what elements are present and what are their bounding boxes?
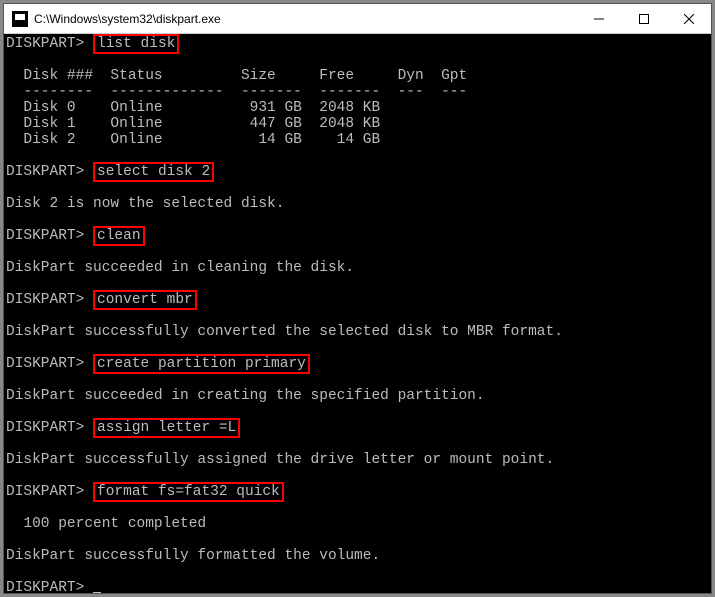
cmd-select-disk: select disk 2 bbox=[93, 162, 214, 182]
prompt: DISKPART> bbox=[6, 356, 84, 372]
cmd-icon bbox=[12, 11, 28, 27]
table-row: Disk 0 Online 931 GB 2048 KB bbox=[6, 100, 380, 116]
table-row: Disk 1 Online 447 GB 2048 KB bbox=[6, 116, 380, 132]
msg-convert: DiskPart successfully converted the sele… bbox=[6, 324, 563, 340]
prompt: DISKPART> bbox=[6, 164, 84, 180]
table-row: Disk 2 Online 14 GB 14 GB bbox=[6, 132, 380, 148]
close-button[interactable] bbox=[666, 4, 711, 33]
table-header: Disk ### Status Size Free Dyn Gpt bbox=[6, 68, 467, 84]
minimize-button[interactable] bbox=[576, 4, 621, 33]
diskpart-window: C:\Windows\system32\diskpart.exe DISKPAR… bbox=[3, 3, 712, 594]
table-divider: -------- ------------- ------- ------- -… bbox=[6, 84, 467, 100]
prompt: DISKPART> bbox=[6, 292, 84, 308]
terminal-output[interactable]: DISKPART> list disk Disk ### Status Size… bbox=[4, 34, 711, 593]
cmd-format: format fs=fat32 quick bbox=[93, 482, 284, 502]
cmd-create-partition: create partition primary bbox=[93, 354, 310, 374]
msg-create: DiskPart succeeded in creating the speci… bbox=[6, 388, 485, 404]
prompt: DISKPART> bbox=[6, 484, 84, 500]
prompt: DISKPART> bbox=[6, 228, 84, 244]
cursor bbox=[93, 592, 101, 593]
msg-assign: DiskPart successfully assigned the drive… bbox=[6, 452, 554, 468]
cmd-assign-letter: assign letter =L bbox=[93, 418, 240, 438]
window-controls bbox=[576, 4, 711, 33]
cmd-convert-mbr: convert mbr bbox=[93, 290, 197, 310]
maximize-button[interactable] bbox=[621, 4, 666, 33]
prompt: DISKPART> bbox=[6, 580, 84, 593]
prompt: DISKPART> bbox=[6, 420, 84, 436]
cmd-clean: clean bbox=[93, 226, 145, 246]
cmd-list-disk: list disk bbox=[93, 34, 179, 54]
msg-clean: DiskPart succeeded in cleaning the disk. bbox=[6, 260, 354, 276]
msg-percent: 100 percent completed bbox=[6, 516, 206, 532]
titlebar[interactable]: C:\Windows\system32\diskpart.exe bbox=[4, 4, 711, 34]
msg-selected: Disk 2 is now the selected disk. bbox=[6, 196, 284, 212]
msg-format: DiskPart successfully formatted the volu… bbox=[6, 548, 380, 564]
prompt: DISKPART> bbox=[6, 36, 84, 52]
window-title: C:\Windows\system32\diskpart.exe bbox=[28, 12, 576, 26]
